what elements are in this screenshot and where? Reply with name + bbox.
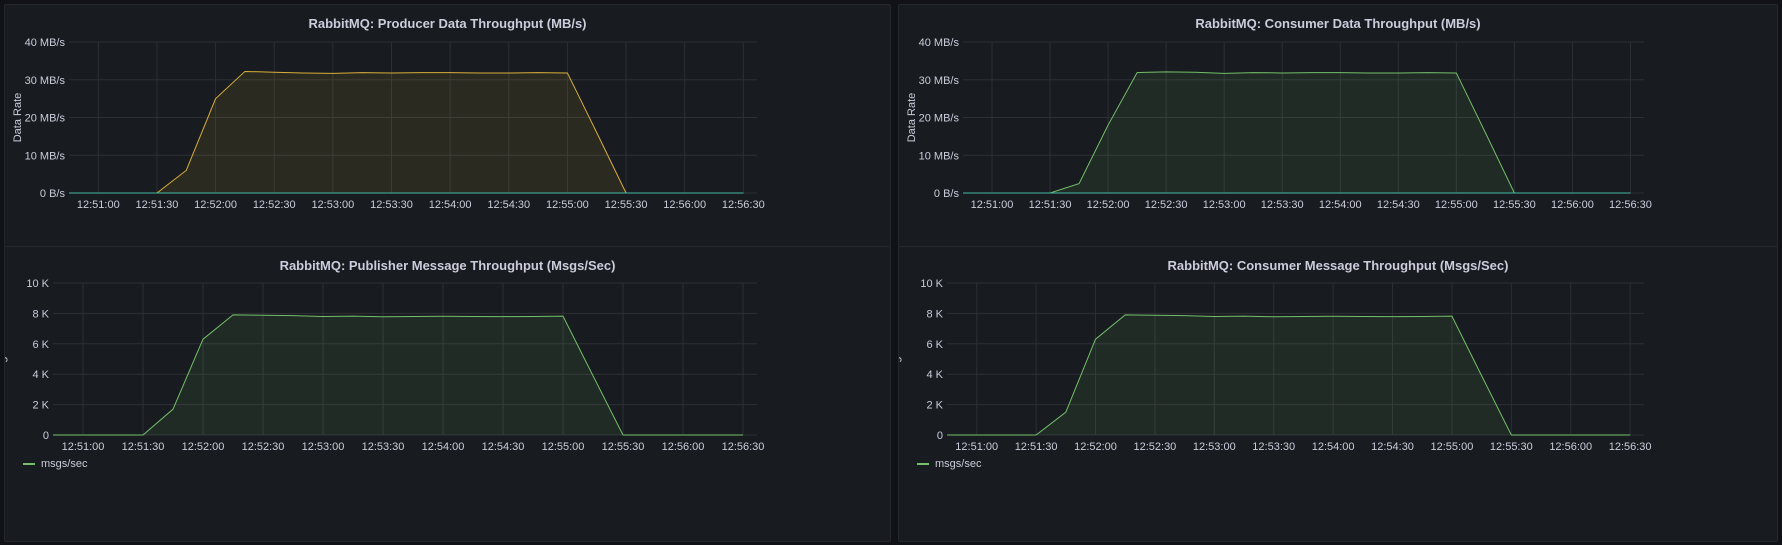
dashboard: RabbitMQ: Producer Data Throughput (MB/s… bbox=[0, 0, 1782, 545]
x-tick-label: 12:55:00 bbox=[542, 441, 585, 453]
x-tick-label: 12:51:00 bbox=[62, 441, 105, 453]
y-axis-label: Data Rate bbox=[12, 93, 24, 143]
x-tick-label: 12:56:00 bbox=[1551, 199, 1594, 211]
x-tick-label: 12:56:00 bbox=[662, 441, 705, 453]
x-tick-label: 12:54:30 bbox=[1377, 199, 1420, 211]
x-tick-label: 12:54:00 bbox=[422, 441, 465, 453]
x-tick-label: 12:51:00 bbox=[971, 199, 1014, 211]
plot-area: 0 B/s 10 MB/s 20 MB/s 30 MB/s 40 MB/s 12:51:0… bbox=[12, 37, 765, 211]
x-tick-label: 12:53:00 bbox=[1203, 199, 1246, 211]
legend-swatch bbox=[917, 463, 929, 465]
x-tick-label: 12:51:30 bbox=[1029, 199, 1072, 211]
y-tick-label: 30 MB/s bbox=[919, 75, 960, 87]
x-tick-label: 12:53:00 bbox=[302, 441, 345, 453]
x-tick-label: 12:52:00 bbox=[1074, 441, 1117, 453]
producer-data-throughput-chart[interactable]: 0 B/s 10 MB/s 20 MB/s 30 MB/s 40 MB/s 12:51:0… bbox=[5, 5, 891, 272]
y-tick-label: 4 K bbox=[32, 369, 49, 381]
y-axis-label: Messages/Sec bbox=[899, 322, 902, 395]
y-tick-label: 20 MB/s bbox=[25, 113, 66, 125]
x-tick-label: 12:55:00 bbox=[1435, 199, 1478, 211]
x-tick-label: 12:53:30 bbox=[362, 441, 405, 453]
x-tick-label: 12:52:30 bbox=[1145, 199, 1188, 211]
x-tick-label: 12:52:30 bbox=[253, 199, 296, 211]
x-tick-label: 12:53:00 bbox=[1193, 441, 1236, 453]
x-tick-label: 12:54:00 bbox=[429, 199, 472, 211]
x-tick-label: 12:51:30 bbox=[1015, 441, 1058, 453]
series-area bbox=[69, 71, 744, 193]
y-tick-label: 0 B/s bbox=[934, 188, 960, 200]
x-tick-label: 12:56:00 bbox=[1549, 441, 1592, 453]
producer-data-throughput-panel[interactable]: RabbitMQ: Producer Data Throughput (MB/s… bbox=[4, 4, 891, 272]
legend-swatch bbox=[23, 463, 35, 465]
x-tick-label: 12:55:00 bbox=[1431, 441, 1474, 453]
consumer-message-throughput-chart[interactable]: 0 2 K 4 K 6 K 8 K 10 K 12:51:00 12:51:30 12:52:0… bbox=[899, 247, 1778, 542]
y-tick-label: 6 K bbox=[32, 339, 49, 351]
x-tick-label: 12:52:00 bbox=[1087, 199, 1130, 211]
y-tick-label: 2 K bbox=[32, 400, 49, 412]
x-tick-label: 12:55:30 bbox=[605, 199, 648, 211]
publisher-message-throughput-chart[interactable]: 0 2 K 4 K 6 K 8 K 10 K 12:51:00 12:51:30 12:52:0… bbox=[5, 247, 891, 542]
consumer-data-throughput-panel[interactable]: RabbitMQ: Consumer Data Throughput (MB/s… bbox=[898, 4, 1778, 272]
x-tick-label: 12:56:00 bbox=[663, 199, 706, 211]
publisher-message-throughput-panel[interactable]: RabbitMQ: Publisher Message Throughput (… bbox=[4, 246, 891, 542]
consumer-data-throughput-chart[interactable]: 0 B/s 10 MB/s 20 MB/s 30 MB/s 40 MB/s 12:51:0… bbox=[899, 5, 1778, 272]
y-tick-label: 2 K bbox=[926, 400, 943, 412]
y-tick-label: 4 K bbox=[926, 369, 943, 381]
series-area bbox=[963, 71, 1631, 193]
x-tick-label: 12:51:30 bbox=[136, 199, 179, 211]
x-tick-label: 12:54:30 bbox=[487, 199, 530, 211]
y-axis-label: Data Rate bbox=[906, 93, 918, 143]
x-tick-label: 12:54:30 bbox=[482, 441, 525, 453]
y-tick-label: 0 B/s bbox=[40, 188, 66, 200]
plot-area: 0 B/s 10 MB/s 20 MB/s 30 MB/s 40 MB/s 12:51:0… bbox=[906, 37, 1652, 211]
x-tick-label: 12:55:00 bbox=[546, 199, 589, 211]
y-tick-label: 30 MB/s bbox=[25, 75, 66, 87]
y-tick-label: 10 K bbox=[26, 278, 49, 290]
y-tick-label: 8 K bbox=[926, 308, 943, 320]
y-tick-label: 8 K bbox=[32, 308, 49, 320]
legend-item[interactable]: msgs/sec bbox=[917, 458, 981, 470]
x-tick-label: 12:55:30 bbox=[602, 441, 645, 453]
legend-item[interactable]: msgs/sec bbox=[23, 458, 87, 470]
x-tick-label: 12:53:00 bbox=[311, 199, 354, 211]
plot-area: 0 2 K 4 K 6 K 8 K 10 K 12:51:00 12:51:30 12:52:0… bbox=[5, 278, 764, 453]
y-tick-label: 10 K bbox=[920, 278, 943, 290]
y-tick-label: 6 K bbox=[926, 339, 943, 351]
consumer-message-throughput-panel[interactable]: RabbitMQ: Consumer Message Throughput (M… bbox=[898, 246, 1778, 542]
x-tick-label: 12:52:30 bbox=[1133, 441, 1176, 453]
y-tick-label: 0 bbox=[937, 430, 943, 442]
x-tick-label: 12:54:00 bbox=[1312, 441, 1355, 453]
x-tick-label: 12:54:30 bbox=[1371, 441, 1414, 453]
legend: msgs/sec bbox=[23, 458, 87, 470]
x-tick-label: 12:51:30 bbox=[122, 441, 165, 453]
y-tick-label: 20 MB/s bbox=[919, 113, 960, 125]
y-tick-label: 40 MB/s bbox=[25, 37, 66, 49]
y-axis-label: Messages/Sec bbox=[5, 322, 8, 395]
x-tick-label: 12:55:30 bbox=[1493, 199, 1536, 211]
y-tick-label: 0 bbox=[43, 430, 49, 442]
x-tick-label: 12:56:30 bbox=[1609, 199, 1652, 211]
x-tick-label: 12:56:30 bbox=[1609, 441, 1652, 453]
x-tick-label: 12:51:00 bbox=[77, 199, 120, 211]
x-tick-label: 12:52:00 bbox=[182, 441, 225, 453]
legend-label: msgs/sec bbox=[935, 458, 982, 470]
x-tick-label: 12:51:00 bbox=[955, 441, 998, 453]
x-tick-label: 12:54:00 bbox=[1319, 199, 1362, 211]
x-tick-label: 12:53:30 bbox=[1252, 441, 1295, 453]
x-tick-label: 12:55:30 bbox=[1490, 441, 1533, 453]
legend-label: msgs/sec bbox=[41, 458, 88, 470]
x-tick-label: 12:56:30 bbox=[722, 199, 765, 211]
series-area bbox=[53, 314, 743, 435]
series-area bbox=[947, 314, 1631, 435]
y-tick-label: 10 MB/s bbox=[919, 150, 960, 162]
y-tick-label: 40 MB/s bbox=[919, 37, 960, 49]
y-tick-label: 10 MB/s bbox=[25, 150, 66, 162]
x-tick-label: 12:52:30 bbox=[242, 441, 285, 453]
plot-area: 0 2 K 4 K 6 K 8 K 10 K 12:51:00 12:51:30 12:52:0… bbox=[899, 278, 1652, 453]
x-tick-label: 12:53:30 bbox=[370, 199, 413, 211]
x-tick-label: 12:52:00 bbox=[194, 199, 237, 211]
legend: msgs/sec bbox=[917, 458, 981, 470]
x-tick-label: 12:53:30 bbox=[1261, 199, 1304, 211]
x-tick-label: 12:56:30 bbox=[722, 441, 765, 453]
